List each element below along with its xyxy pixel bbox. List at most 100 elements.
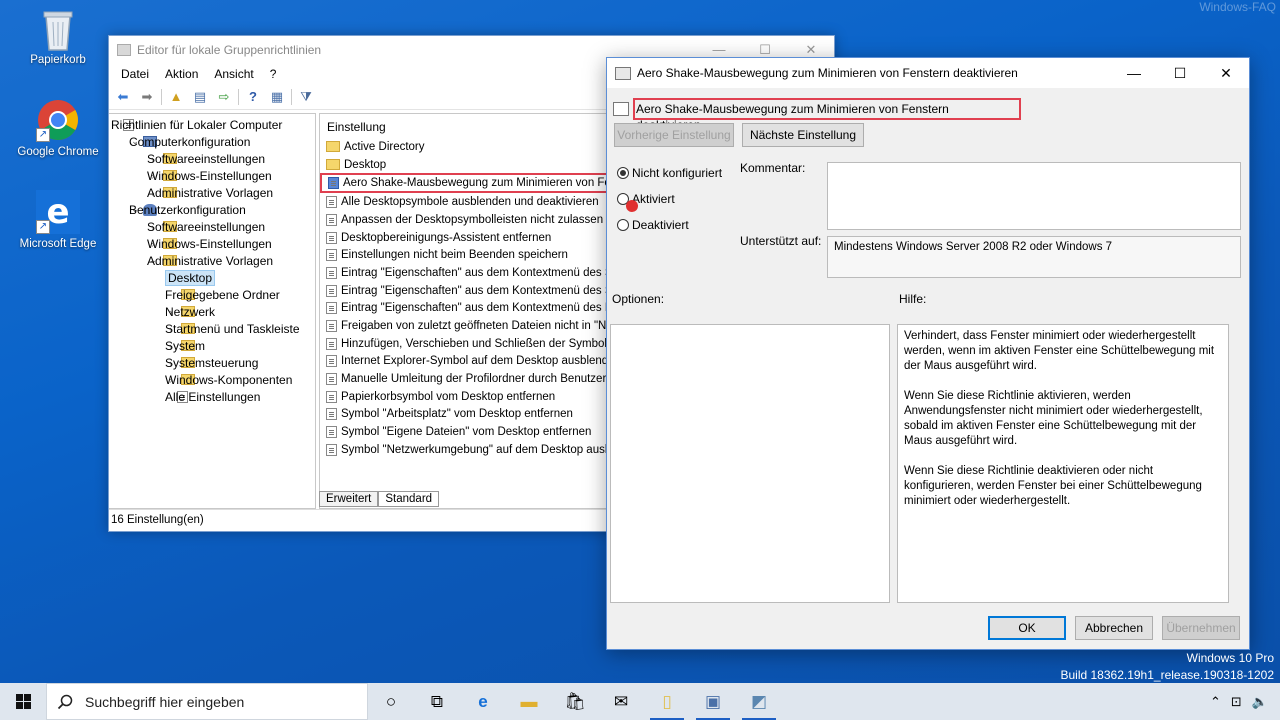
list-item[interactable]: Active Directory bbox=[320, 138, 608, 156]
tree-node-label: Softwareeinstellungen bbox=[147, 219, 266, 234]
list-item[interactable]: Eintrag "Eigenschaften" aus dem Kontextm… bbox=[320, 282, 608, 300]
tree-node[interactable]: › Startmenü und Taskleiste bbox=[109, 320, 315, 337]
desktop-icon-edge[interactable]: e ↗ Microsoft Edge bbox=[16, 190, 100, 250]
column-header-einstellung[interactable]: Einstellung bbox=[320, 114, 608, 138]
edge-icon[interactable]: e bbox=[460, 683, 506, 720]
list-item-label: Eintrag "Eigenschaften" aus dem Kontextm… bbox=[341, 302, 608, 315]
next-setting-button[interactable]: Nächste Einstellung bbox=[742, 123, 864, 147]
previous-setting-button[interactable]: Vorherige Einstellung bbox=[614, 123, 734, 147]
mail-icon[interactable]: ✉ bbox=[598, 683, 644, 720]
tree-node[interactable]: ⌄ Benutzerkonfiguration bbox=[109, 201, 315, 218]
show-hidden-icons-icon[interactable]: ⌃ bbox=[1210, 694, 1221, 710]
options-pane[interactable] bbox=[610, 324, 890, 603]
list-item[interactable]: Symbol "Netzwerkumgebung" auf dem Deskto… bbox=[320, 441, 608, 459]
list-item[interactable]: Anpassen der Desktopsymbolleisten nicht … bbox=[320, 211, 608, 229]
radio-not-configured[interactable]: Nicht konfiguriert bbox=[617, 166, 722, 180]
tree-node[interactable]: Richtlinien für Lokaler Computer bbox=[109, 116, 315, 133]
list-item[interactable]: Internet Explorer-Symbol auf dem Desktop… bbox=[320, 353, 608, 371]
dialog-titlebar[interactable]: Aero Shake-Mausbewegung zum Minimieren v… bbox=[607, 58, 1249, 88]
tree-node[interactable]: ⌄ Administrative Vorlagen bbox=[109, 252, 315, 269]
search-icon bbox=[57, 694, 73, 709]
tree-node-label: Richtlinien für Lokaler Computer bbox=[111, 117, 283, 132]
notepad-icon[interactable]: ▯ bbox=[644, 683, 690, 720]
maximize-button[interactable]: ☐ bbox=[1157, 65, 1203, 82]
tree-node[interactable]: › Netzwerk bbox=[109, 303, 315, 320]
filter-icon[interactable]: ⧩ bbox=[296, 88, 316, 106]
volume-icon[interactable]: 🔈 bbox=[1252, 694, 1268, 710]
list-item-label: Einstellungen nicht beim Beenden speiche… bbox=[341, 249, 568, 262]
list-item[interactable]: Eintrag "Eigenschaften" aus dem Kontextm… bbox=[320, 300, 608, 318]
network-icon[interactable]: ⊡ bbox=[1231, 694, 1242, 710]
export-list-icon[interactable]: ⇨ bbox=[214, 88, 234, 106]
policy-icon bbox=[615, 66, 631, 80]
list-item-selected[interactable]: Aero Shake-Mausbewegung zum Minimieren v… bbox=[320, 173, 608, 194]
close-button[interactable]: ✕ bbox=[1203, 65, 1249, 82]
task-view-icon[interactable]: ⧉ bbox=[414, 683, 460, 720]
taskbar-search[interactable]: Suchbegriff hier eingeben bbox=[46, 683, 368, 720]
tab-standard[interactable]: Standard bbox=[378, 491, 440, 507]
list-item[interactable]: Papierkorbsymbol vom Desktop entfernen bbox=[320, 388, 608, 406]
tree-node[interactable]: Freigegebene Ordner bbox=[109, 286, 315, 303]
list-item[interactable]: Hinzufügen, Verschieben und Schließen de… bbox=[320, 335, 608, 353]
tree-node[interactable]: › Windows-Komponenten bbox=[109, 371, 315, 388]
tree-node[interactable]: › Softwareeinstellungen bbox=[109, 150, 315, 167]
store-icon[interactable]: 🛍 bbox=[552, 683, 598, 720]
help-icon[interactable]: ? bbox=[243, 88, 263, 106]
cancel-button[interactable]: Abbrechen bbox=[1075, 616, 1153, 640]
menu-aktion[interactable]: Aktion bbox=[157, 67, 206, 81]
gpedit-icon[interactable]: ▣ bbox=[690, 683, 736, 720]
desktop-icon-chrome[interactable]: ↗ Google Chrome bbox=[16, 98, 100, 158]
list-item[interactable]: Freigaben von zuletzt geöffneten Dateien… bbox=[320, 317, 608, 335]
comment-field[interactable] bbox=[827, 162, 1241, 230]
chrome-icon: ↗ bbox=[36, 98, 80, 142]
list-item[interactable]: Desktop bbox=[320, 156, 608, 174]
tree-node[interactable]: Alle Einstellungen bbox=[109, 388, 315, 405]
tree-node[interactable]: › Windows-Einstellungen bbox=[109, 167, 315, 184]
folder-icon bbox=[326, 159, 340, 171]
tree-node[interactable]: ›Desktop bbox=[109, 269, 315, 286]
policy-setting-icon bbox=[326, 284, 337, 297]
list-item[interactable]: Manuelle Umleitung der Profilordner durc… bbox=[320, 370, 608, 388]
comment-label: Kommentar: bbox=[740, 161, 806, 175]
ok-button[interactable]: OK bbox=[988, 616, 1066, 640]
tree-node[interactable]: ⌄ Computerkonfiguration bbox=[109, 133, 315, 150]
menu-ansicht[interactable]: Ansicht bbox=[206, 67, 261, 81]
tree-pane[interactable]: Richtlinien für Lokaler Computer ⌄ Compute… bbox=[109, 113, 316, 509]
minimize-button[interactable]: — bbox=[1111, 65, 1157, 82]
radio-disabled[interactable]: Deaktiviert bbox=[617, 218, 689, 232]
policy-setting-icon bbox=[326, 426, 337, 439]
close-button[interactable]: ✕ bbox=[788, 42, 834, 58]
tree-node-label: Windows-Komponenten bbox=[165, 372, 293, 387]
cortana-icon[interactable]: ○ bbox=[368, 683, 414, 720]
settings-list-pane[interactable]: Einstellung Active Directory Desktop Aero … bbox=[319, 113, 609, 509]
tree-node-label: Windows-Einstellungen bbox=[147, 236, 272, 251]
policy-dialog[interactable]: Aero Shake-Mausbewegung zum Minimieren v… bbox=[606, 57, 1250, 650]
show-hide-tree-icon[interactable]: ▤ bbox=[190, 88, 210, 106]
properties-icon[interactable]: ▦ bbox=[267, 88, 287, 106]
tree-node[interactable]: › Systemsteuerung bbox=[109, 354, 315, 371]
explorer-icon[interactable]: ▬ bbox=[506, 683, 552, 720]
forward-icon[interactable]: ➡ bbox=[137, 88, 157, 106]
list-item[interactable]: Symbol "Eigene Dateien" vom Desktop entf… bbox=[320, 423, 608, 441]
tree-node[interactable]: › Softwareeinstellungen bbox=[109, 218, 315, 235]
desktop-icon-recycle-bin[interactable]: Papierkorb bbox=[16, 6, 100, 66]
menu-datei[interactable]: Datei bbox=[113, 67, 157, 81]
policy-window-icon[interactable]: ◩ bbox=[736, 683, 782, 720]
tree-node[interactable]: › Windows-Einstellungen bbox=[109, 235, 315, 252]
back-icon[interactable]: ⬅ bbox=[113, 88, 133, 106]
list-item[interactable]: Einstellungen nicht beim Beenden speiche… bbox=[320, 246, 608, 264]
list-item[interactable]: Desktopbereinigungs-Assistent entfernen bbox=[320, 229, 608, 247]
minimize-button[interactable]: — bbox=[696, 42, 742, 58]
help-pane[interactable]: Verhindert, dass Fenster minimiert oder … bbox=[897, 324, 1229, 603]
start-button[interactable] bbox=[0, 683, 46, 720]
list-item[interactable]: Alle Desktopsymbole ausblenden und deakt… bbox=[320, 193, 608, 211]
list-item[interactable]: Symbol "Arbeitsplatz" vom Desktop entfer… bbox=[320, 406, 608, 424]
menu-help[interactable]: ? bbox=[262, 67, 285, 81]
up-folder-icon[interactable]: ▲ bbox=[166, 88, 186, 106]
tree-node[interactable]: › Administrative Vorlagen bbox=[109, 184, 315, 201]
tab-erweitert[interactable]: Erweitert bbox=[319, 491, 379, 507]
apply-button[interactable]: Übernehmen bbox=[1162, 616, 1240, 640]
maximize-button[interactable]: ☐ bbox=[742, 42, 788, 58]
tree-node[interactable]: › System bbox=[109, 337, 315, 354]
list-item[interactable]: Eintrag "Eigenschaften" aus dem Kontextm… bbox=[320, 264, 608, 282]
